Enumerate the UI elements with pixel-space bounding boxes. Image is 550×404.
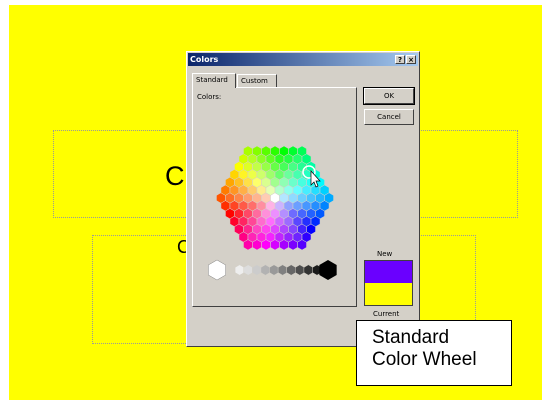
gray-cell[interactable] xyxy=(277,264,288,276)
title-text-fragment: C xyxy=(165,161,185,191)
dialog-title: Colors xyxy=(190,55,219,64)
gray-cell[interactable] xyxy=(295,264,305,276)
tab-standard[interactable]: Standard xyxy=(192,73,236,88)
dialog-titlebar[interactable]: Colors ? × xyxy=(188,53,418,66)
standard-tab-panel: Colors: xyxy=(192,87,357,307)
cancel-button[interactable]: Cancel xyxy=(364,109,414,125)
tab-custom[interactable]: Custom xyxy=(237,74,277,87)
ok-button[interactable]: OK xyxy=(363,87,415,105)
new-color-swatch xyxy=(365,261,412,283)
gray-cell[interactable] xyxy=(252,264,262,276)
color-preview xyxy=(364,260,413,306)
callout-line-2: Color Wheel xyxy=(372,349,477,370)
color-cell[interactable] xyxy=(324,192,334,204)
color-wheel[interactable] xyxy=(193,88,358,303)
callout-box: Standard Color Wheel xyxy=(356,320,512,386)
black-cell[interactable] xyxy=(319,260,337,280)
gray-cell[interactable] xyxy=(269,264,279,276)
gray-cell[interactable] xyxy=(234,264,245,276)
gray-cell[interactable] xyxy=(286,264,296,276)
gray-cell[interactable] xyxy=(303,264,314,276)
gray-cell[interactable] xyxy=(243,264,253,276)
close-button[interactable]: × xyxy=(406,55,416,64)
colors-dialog: Colors ? × Standard Custom Colors: OK Ca… xyxy=(186,51,420,347)
help-button[interactable]: ? xyxy=(395,55,405,64)
current-color-swatch xyxy=(365,283,412,305)
current-color-label: Current xyxy=(373,310,400,318)
white-cell[interactable] xyxy=(208,259,226,281)
new-color-label: New xyxy=(377,250,393,258)
callout-line-1: Standard xyxy=(372,327,450,348)
gray-cell[interactable] xyxy=(260,264,271,276)
